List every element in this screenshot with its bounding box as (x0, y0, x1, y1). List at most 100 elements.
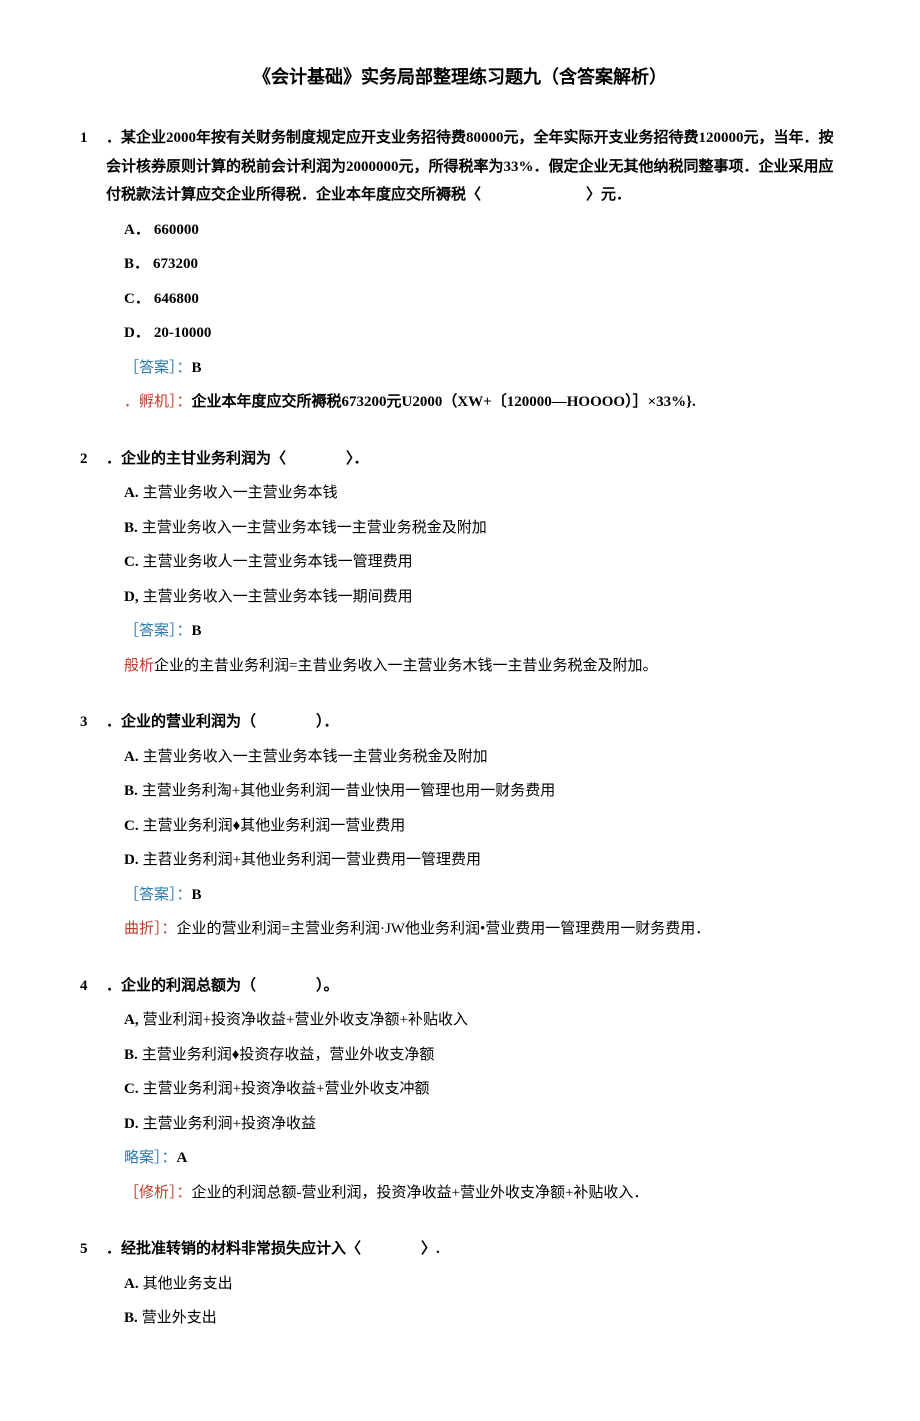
option-label: B. (124, 783, 138, 799)
options-list: A,营业利润+投资净收益+营业外收支净额+补贴收入 B.主营业务利润♦投资存收益，… (80, 1006, 840, 1138)
option-text: 673200 (153, 256, 198, 272)
question-stem: 4．企业的利润总额为（ ）。 (80, 972, 840, 1001)
question-2: 2．企业的主甘业务利润为〈 〉．A.主营业务收入一主营业务本钱B.主营业务收入一… (80, 445, 840, 681)
answer-value: B (192, 887, 202, 903)
option: C.主营业务利润+投资净收益+营业外收支冲额 (124, 1075, 840, 1104)
analysis-line: ［修析］：企业的利润总额-营业利润，投资净收益+营业外收支净额+补贴收入． (80, 1179, 840, 1208)
options-list: A．660000 B．673200 C．646800 D．20-10000 (80, 216, 840, 348)
analysis-text: 企业本年度应交所褥税673200元U2000（XW+〔120000—HOOOO）… (192, 394, 696, 410)
option-label: D, (124, 589, 139, 605)
option: A.主营业务收入一主营业务本钱 (124, 479, 840, 508)
option: A.其他业务支出 (124, 1270, 840, 1299)
answer-line: ［答案］：B (80, 354, 840, 383)
option-text: 主营业务收入一主营业务本钱一主营业务税金及附加 (142, 520, 487, 536)
analysis-label: ．孵机］： (124, 394, 192, 410)
question-stem: 5．经批准转销的材料非常损失应计入〈 〉. (80, 1235, 840, 1264)
option-label: B． (124, 256, 149, 272)
analysis-text: 企业的主昔业务利润=主昔业务收入一主营业务木钱一主昔业务税金及附加。 (154, 658, 657, 674)
analysis-label: 般析 (124, 658, 154, 674)
option-label: A, (124, 1012, 139, 1028)
answer-value: B (192, 360, 202, 376)
option: D．20-10000 (124, 319, 840, 348)
option: D.主营业务利涧+投资净收益 (124, 1110, 840, 1139)
analysis-label: ［修析］： (124, 1185, 192, 1201)
option-text: 主营业务利润+投资净收益+营业外收支冲额 (143, 1081, 430, 1097)
option-text: 营业外支出 (142, 1310, 217, 1326)
option-label: D. (124, 1116, 139, 1132)
option-label: B. (124, 1047, 138, 1063)
option-label: D. (124, 852, 139, 868)
option-label: C. (124, 818, 139, 834)
analysis-text: 企业的利润总额-营业利润，投资净收益+营业外收支净额+补贴收入． (192, 1185, 649, 1201)
analysis-line: ．孵机］：企业本年度应交所褥税673200元U2000（XW+〔120000—H… (80, 388, 840, 417)
option: B.营业外支出 (124, 1304, 840, 1333)
option-text: 主营业务利淘+其他业务利润一昔业快用一管理也用一财务费用 (142, 783, 555, 799)
answer-label: ［答案］： (124, 623, 192, 639)
option-label: A. (124, 1276, 139, 1292)
answer-value: A (177, 1150, 188, 1166)
options-list: A.主营业务收入一主营业务本钱 B.主营业务收入一主营业务本钱一主营业务税金及附加… (80, 479, 840, 611)
option-label: A. (124, 749, 139, 765)
option-label: C. (124, 554, 139, 570)
option-text: 营业利润+投资净收益+营业外收支净额+补贴收入 (143, 1012, 468, 1028)
answer-line: 略案］：A (80, 1144, 840, 1173)
option: C．646800 (124, 285, 840, 314)
answer-label: 略案］： (124, 1150, 177, 1166)
question-number: 2 (80, 445, 106, 474)
question-number: 4 (80, 972, 106, 1001)
option-text: 20-10000 (154, 325, 212, 341)
questions-container: 1．某企业2000年按有关财务制度规定应开支业务招待费80000元，全年实际开支… (80, 124, 840, 1333)
option-text: 646800 (154, 291, 199, 307)
option: D,主营业务收入一主营业务本钱一期间费用 (124, 583, 840, 612)
question-number: 5 (80, 1235, 106, 1264)
question-text: ．某企业2000年按有关财务制度规定应开支业务招待费80000元，全年实际开支业… (106, 124, 840, 210)
option: B.主营业务收入一主营业务本钱一主营业务税金及附加 (124, 514, 840, 543)
option-label: C. (124, 1081, 139, 1097)
analysis-text: 企业的营业利润=主营业务利润·JW他业务利润•营业费用一管理费用一财务费用． (177, 921, 711, 937)
option-text: 主营业务利涧+投资净收益 (143, 1116, 316, 1132)
option: B.主营业务利淘+其他业务利润一昔业快用一管理也用一财务费用 (124, 777, 840, 806)
option: A．660000 (124, 216, 840, 245)
question-4: 4．企业的利润总额为（ ）。 A,营业利润+投资净收益+营业外收支净额+补贴收入 B… (80, 972, 840, 1208)
option-text: 主营业务收人一主营业务本钱一管理费用 (143, 554, 413, 570)
options-list: A.其他业务支出 B.营业外支出 (80, 1270, 840, 1333)
question-number: 3 (80, 708, 106, 737)
option-label: D． (124, 325, 150, 341)
answer-value: B (192, 623, 202, 639)
option: A.主营业务收入一主营业务本钱一主营业务税金及附加 (124, 743, 840, 772)
option: C.主营业务收人一主营业务本钱一管理费用 (124, 548, 840, 577)
option-label: B. (124, 520, 138, 536)
question-stem: 3．企业的营业利润为（ ）． (80, 708, 840, 737)
option-text: 主营业务收入一主营业务本钱一期间费用 (143, 589, 413, 605)
option-text: 主营业务收入一主营业务本钱一主营业务税金及附加 (143, 749, 488, 765)
option-label: B. (124, 1310, 138, 1326)
option: B.主营业务利润♦投资存收益，营业外收支净额 (124, 1041, 840, 1070)
option-text: 660000 (154, 222, 199, 238)
answer-line: ［答案］：B (80, 617, 840, 646)
option: D.主苕业务利润+其他业务利润一营业费用一管理费用 (124, 846, 840, 875)
analysis-label: 曲折］： (124, 921, 177, 937)
option-label: A． (124, 222, 150, 238)
option-label: A. (124, 485, 139, 501)
option-text: 主营业务收入一主营业务本钱 (143, 485, 338, 501)
option: C.主营业务利润♦其他业务利润一营业费用 (124, 812, 840, 841)
option-text: 主营业务利润♦其他业务利润一营业费用 (143, 818, 406, 834)
option-text: 主苕业务利润+其他业务利润一营业费用一管理费用 (143, 852, 481, 868)
option: B．673200 (124, 250, 840, 279)
option-label: C． (124, 291, 150, 307)
option-text: 其他业务支出 (143, 1276, 233, 1292)
question-1: 1．某企业2000年按有关财务制度规定应开支业务招待费80000元，全年实际开支… (80, 124, 840, 417)
question-5: 5．经批准转销的材料非常损失应计入〈 〉. A.其他业务支出 B.营业外支出 (80, 1235, 840, 1333)
question-3: 3．企业的营业利润为（ ）． A.主营业务收入一主营业务本钱一主营业务税金及附加 B… (80, 708, 840, 944)
question-text: ．企业的主甘业务利润为〈 〉． (106, 445, 840, 474)
option: A,营业利润+投资净收益+营业外收支净额+补贴收入 (124, 1006, 840, 1035)
analysis-line: 般析企业的主昔业务利润=主昔业务收入一主营业务木钱一主昔业务税金及附加。 (80, 652, 840, 681)
question-text: ．企业的利润总额为（ ）。 (106, 972, 840, 1001)
options-list: A.主营业务收入一主营业务本钱一主营业务税金及附加 B.主营业务利淘+其他业务利润… (80, 743, 840, 875)
question-text: ．经批准转销的材料非常损失应计入〈 〉. (106, 1235, 840, 1264)
analysis-line: 曲折］：企业的营业利润=主营业务利润·JW他业务利润•营业费用一管理费用一财务费… (80, 915, 840, 944)
document-title: 《会计基础》实务局部整理练习题九（含答案解析） (80, 60, 840, 94)
question-stem: 2．企业的主甘业务利润为〈 〉． (80, 445, 840, 474)
answer-label: ［答案］： (124, 887, 192, 903)
question-stem: 1．某企业2000年按有关财务制度规定应开支业务招待费80000元，全年实际开支… (80, 124, 840, 210)
